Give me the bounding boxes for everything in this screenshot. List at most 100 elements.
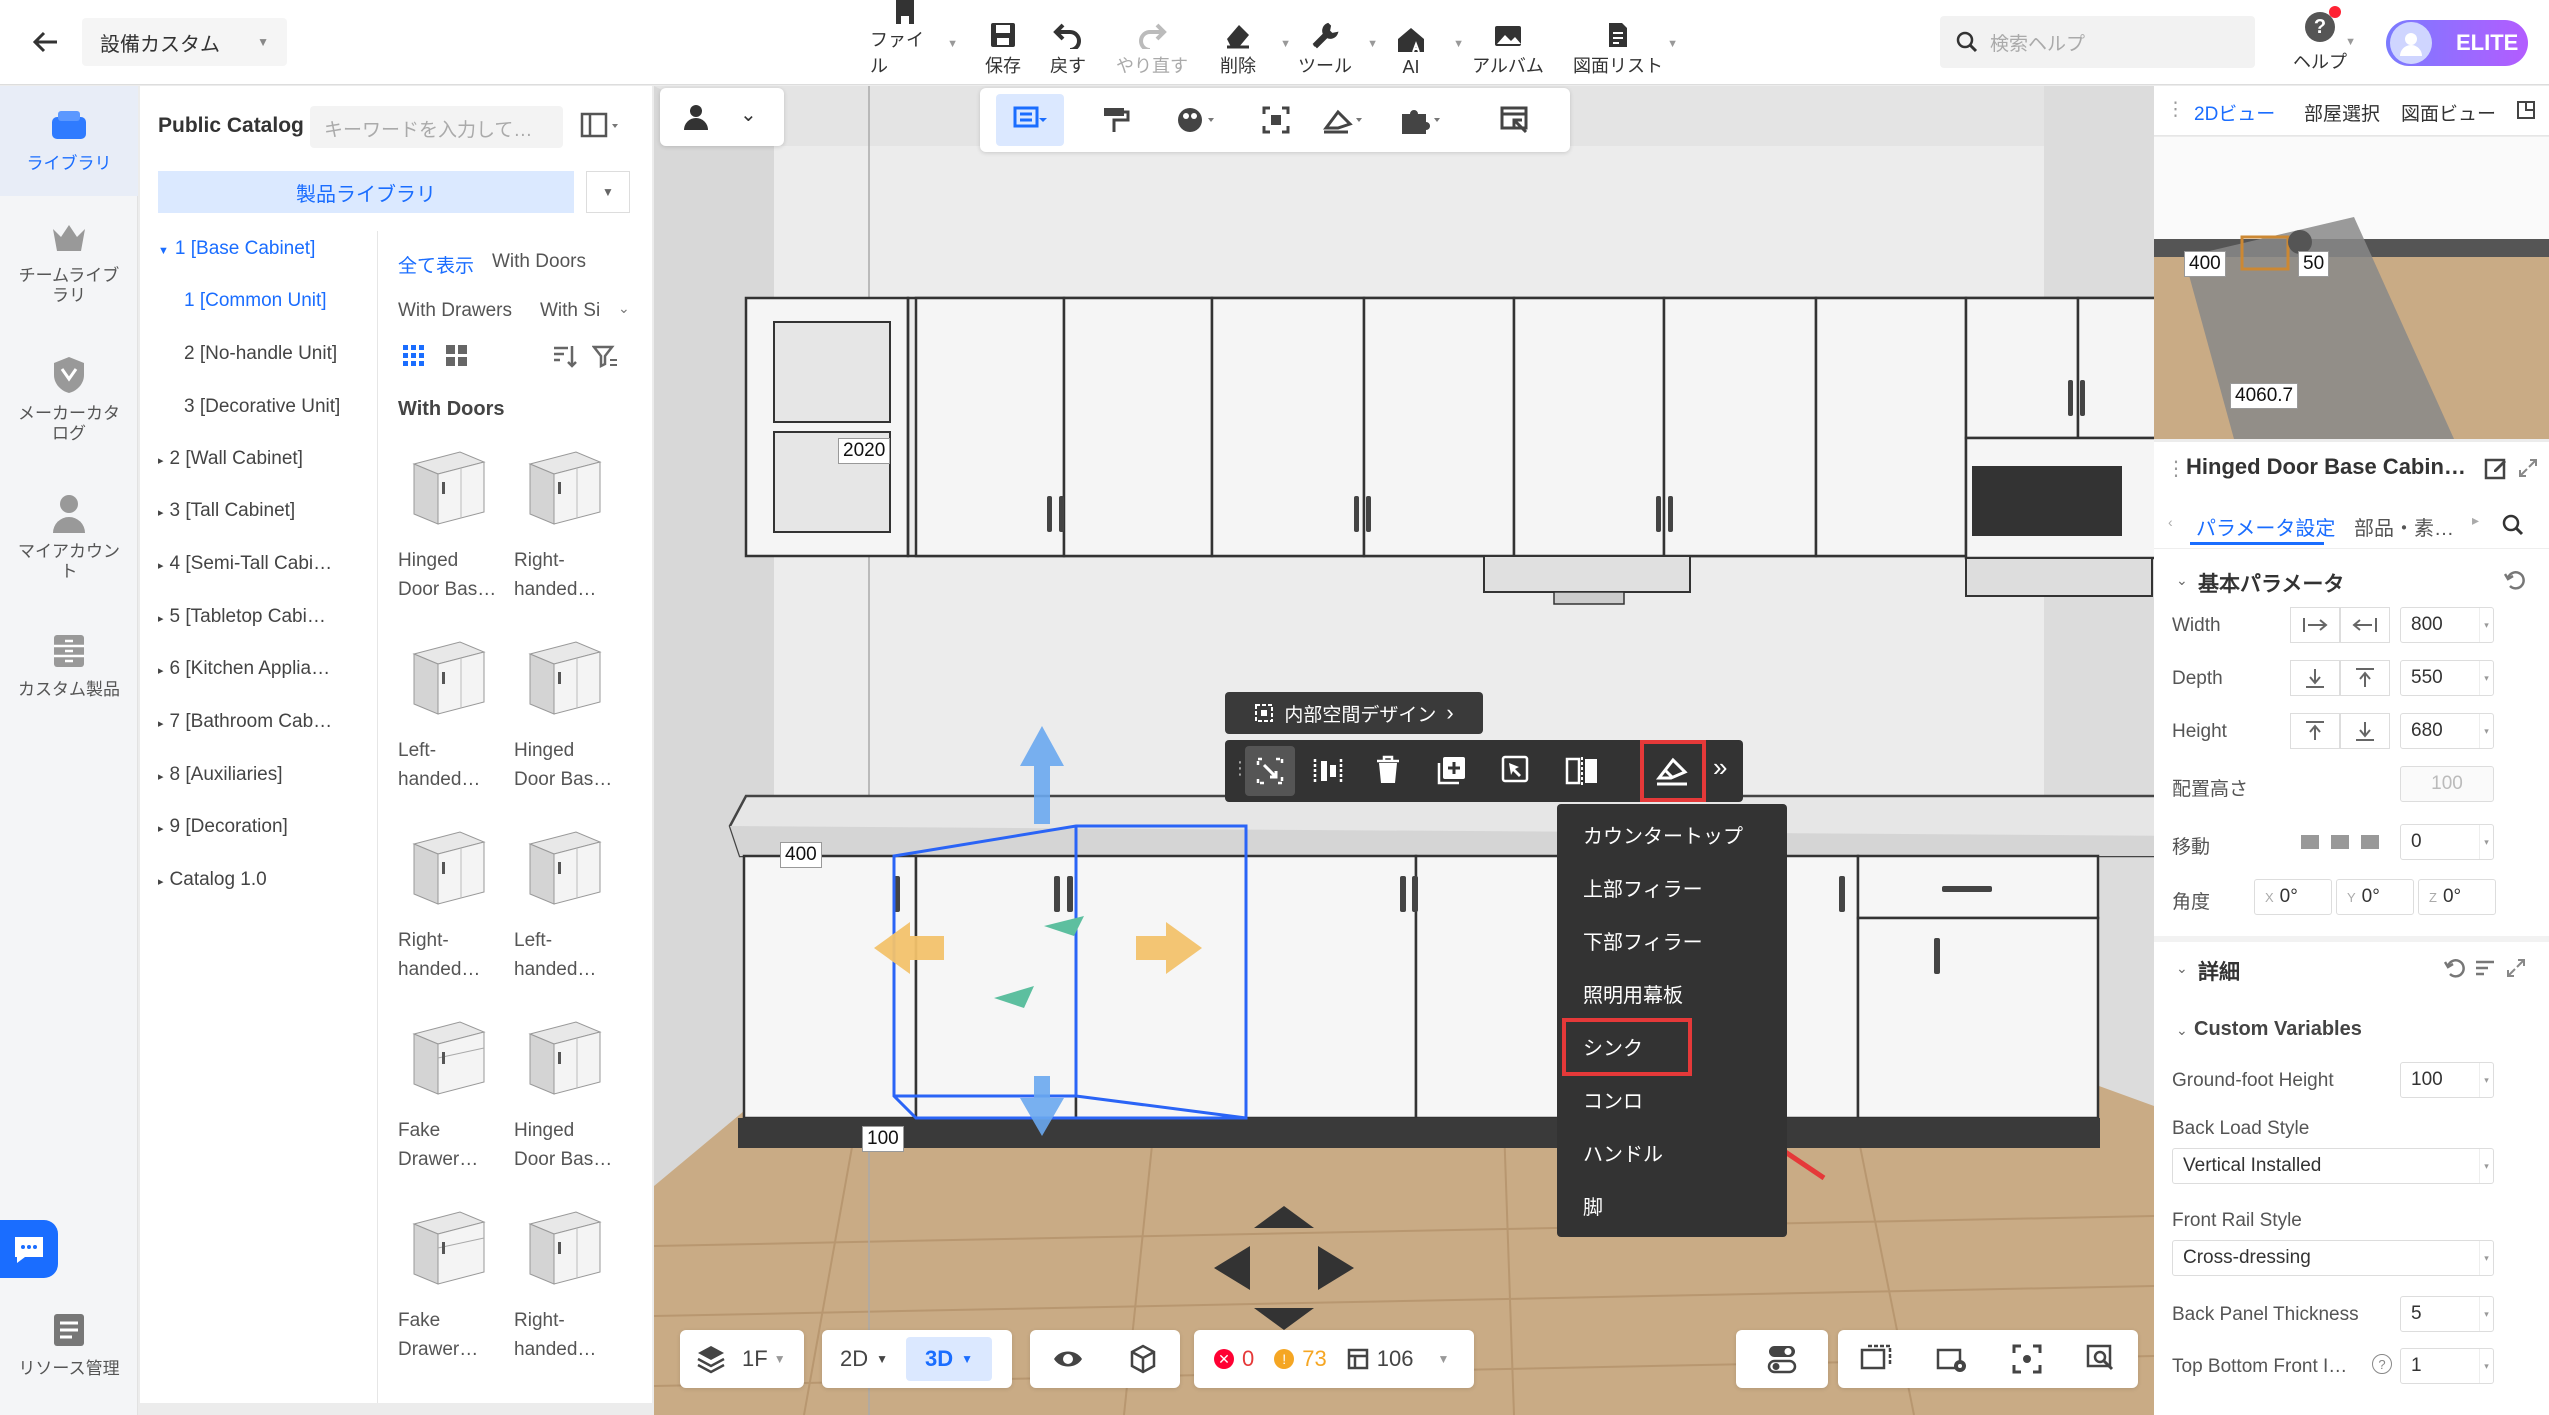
screen-capture-icon[interactable] [1860,1344,1892,1374]
product-card[interactable]: Hinged Door Bas… [514,626,624,794]
popout-icon[interactable] [2516,100,2536,120]
add-object-button[interactable] [1437,755,1467,785]
list-settings-icon[interactable] [2474,958,2496,978]
tree-item-no-handle-unit[interactable]: 2 [No-handle Unit] [184,343,337,365]
tree-item-decorative-unit[interactable]: 3 [Decorative Unit] [184,396,340,418]
focus-frame-icon[interactable] [2012,1344,2042,1374]
product-card[interactable]: Left-handed… [398,626,508,794]
tree-item-bathroom-cabinet[interactable]: ▸ 7 [Bathroom Cab… [158,711,332,733]
stepper-icon[interactable]: ▾ [2479,1063,2493,1097]
tree-item-catalog-1[interactable]: ▸ Catalog 1.0 [158,869,267,891]
paint-tool-button[interactable] [1102,106,1130,134]
menu-item-lower-filler[interactable]: 下部フィラー [1583,926,1703,955]
filter-with-doors[interactable]: With Doors [492,251,586,273]
tree-item-decoration[interactable]: ▸ 9 [Decoration] [158,816,288,838]
catalog-search-input[interactable]: キーワードを入力して… [310,106,563,148]
expand-icon[interactable] [2518,458,2538,478]
visibility-button[interactable] [1030,1348,1105,1370]
depth-input[interactable]: 550 ▾ [2400,660,2494,696]
angle-y-input[interactable]: Y 0° [2336,879,2414,915]
nav-team-library[interactable]: チームライブラリ [0,212,138,306]
more-chevron-icon[interactable]: » [1713,752,1727,783]
floor-selector[interactable]: 1F ▼ [680,1330,804,1388]
chevron-left-icon[interactable]: ‹ [2168,514,2173,530]
stepper-icon[interactable]: ▾ [2479,1349,2493,1383]
height-anchor-bottom[interactable] [2340,713,2390,749]
menu-item-stove[interactable]: コンロ [1583,1085,1643,1114]
grid-view-toggle[interactable] [402,344,426,368]
tree-item-tabletop-cabinet[interactable]: ▸ 5 [Tabletop Cabi… [158,606,326,628]
front-rail-select[interactable]: Cross-dressing ▾ [2172,1240,2494,1276]
cube-view-button[interactable] [1105,1344,1180,1374]
move-input[interactable]: 0 ▾ [2400,824,2494,860]
menu-item-handle[interactable]: ハンドル [1583,1138,1663,1167]
file-menu-button[interactable]: ファイル ▼ [870,0,958,78]
product-card[interactable]: Right-handed… [398,816,508,984]
camera-settings-icon[interactable] [1936,1344,1968,1374]
width-input[interactable]: 800 ▾ [2400,607,2494,643]
tab-room-select[interactable]: 部屋選択 [2304,99,2380,126]
tree-item-tall-cabinet[interactable]: ▸ 3 [Tall Cabinet] [158,500,295,522]
inspect-object-button[interactable] [1501,755,1533,787]
product-card[interactable]: Fake Drawer… [398,1006,508,1174]
redo-button[interactable]: やり直す [1110,10,1194,78]
ground-foot-input[interactable]: 100 ▾ [2400,1062,2494,1098]
angle-z-input[interactable]: Z 0° [2418,879,2496,915]
undo-button[interactable]: 戻す [1033,10,1103,78]
product-card[interactable]: Fake Drawer… [398,1196,508,1364]
filter-with-sink[interactable]: With Si [540,300,600,322]
product-card[interactable]: Hinged Door Bas… [398,436,508,604]
width-anchor-left[interactable] [2290,607,2340,643]
nav-custom-products[interactable]: カスタム製品 [0,626,138,700]
filter-all[interactable]: 全て表示 [398,251,474,278]
tab-parameters[interactable]: パラメータ設定 [2196,512,2335,541]
delete-button[interactable]: 削除 ▼ [1203,10,1291,78]
mirror-object-button[interactable] [1565,755,1599,787]
replace-tool-button[interactable] [1245,746,1295,796]
reset-icon[interactable] [2504,570,2526,590]
chevron-down-icon[interactable]: ⌄ [2176,572,2188,589]
angle-x-input[interactable]: X 0° [2254,879,2332,915]
select-tool-button[interactable] [996,94,1064,146]
filter-button[interactable] [592,344,618,368]
album-button[interactable]: アルバム [1466,10,1550,78]
menu-item-upper-filler[interactable]: 上部フィラー [1583,873,1703,902]
expand-icon[interactable] [2506,958,2526,978]
tab-parts-materials[interactable]: 部品・素… [2354,512,2454,541]
tab-drawing-view[interactable]: 図面ビュー [2401,99,2496,126]
edit-icon[interactable] [2484,456,2508,480]
grid-large-toggle[interactable] [445,344,469,368]
tree-item-base-cabinet[interactable]: ▼ 1 [Base Cabinet] [158,238,315,260]
tab-2d-view[interactable]: 2Dビュー [2194,99,2275,126]
stepper-icon[interactable]: ▾ [2479,661,2493,695]
menu-item-countertop[interactable]: カウンタートップ [1583,820,1743,849]
sort-button[interactable] [552,344,578,368]
align-tool-button[interactable] [1311,755,1345,787]
width-anchor-right[interactable] [2340,607,2390,643]
panel-layout-toggle[interactable] [580,112,620,140]
move-presets[interactable] [2290,824,2390,860]
tree-item-auxiliaries[interactable]: ▸ 8 [Auxiliaries] [158,764,283,786]
product-card[interactable]: Hinged Door Bas… [514,1006,624,1174]
filter-with-drawers[interactable]: With Drawers [398,300,512,322]
help-button[interactable]: ? ヘルプ ▼ [2290,6,2356,76]
filter-expand-icon[interactable]: ⌄ [618,300,630,317]
material-tool-button[interactable] [1176,106,1216,134]
delete-object-button[interactable] [1375,755,1401,785]
stepper-icon[interactable]: ▾ [2479,714,2493,748]
chevron-down-icon[interactable]: ⌄ [2176,1022,2188,1039]
tree-item-wall-cabinet[interactable]: ▸ 2 [Wall Cabinet] [158,448,303,470]
product-card[interactable]: Left-handed… [514,816,624,984]
product-library-button[interactable]: 製品ライブラリ [158,171,574,213]
stepper-icon[interactable]: ▾ [2479,825,2493,859]
view-2d-button[interactable]: 2D ▼ [822,1330,906,1388]
minimap-2d[interactable]: 400 50 4060.7 [2154,137,2549,439]
info-icon[interactable]: ? [2372,1354,2392,1374]
toggle-settings-button[interactable] [1736,1330,1828,1388]
reset-icon[interactable] [2444,958,2466,978]
avatar[interactable] [2390,22,2432,64]
zoom-extent-icon[interactable] [2086,1344,2116,1374]
inner-space-design-button[interactable]: 内部空間デザイン › [1225,692,1483,734]
stepper-icon[interactable]: ▾ [2479,608,2493,642]
product-card[interactable]: Right-handed… [514,1196,624,1364]
